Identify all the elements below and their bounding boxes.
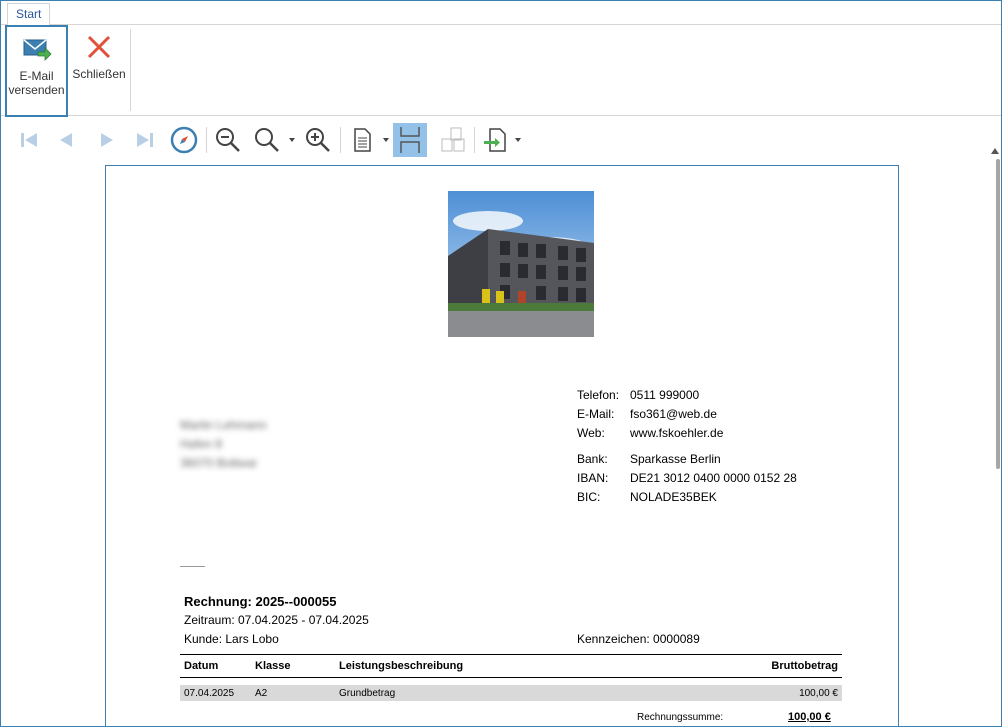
last-page-button[interactable] [128, 123, 162, 157]
bank-label: Bank: [577, 452, 608, 466]
recipient-address-blurred: Martin Lehmann Hafen 8 36070 Bottwar [180, 416, 267, 473]
row-description: Grundbetrag [339, 687, 396, 699]
scroll-up-icon[interactable] [991, 148, 999, 154]
previous-page-button[interactable] [49, 123, 83, 157]
ribbon: E-Mail versenden Schließen [1, 25, 1001, 117]
invoice-items-table: Datum Klasse Leistungsbeschreibung Brutt… [180, 654, 842, 701]
zoom-out-icon [216, 128, 240, 152]
row-date: 07.04.2025 [184, 687, 235, 699]
page-layout-button[interactable] [345, 123, 379, 157]
bic-label: BIC: [577, 490, 601, 504]
export-dropdown-icon[interactable] [515, 138, 521, 142]
tab-start[interactable]: Start [7, 3, 51, 26]
first-page-button[interactable] [12, 123, 46, 157]
close-label: Schließen [72, 67, 126, 81]
close-button[interactable]: Schließen [70, 25, 128, 117]
continuous-page-icon [400, 127, 420, 153]
toolbar-separator [474, 127, 475, 153]
recipient-street: Hafen 8 [180, 437, 223, 451]
table-row: 07.04.2025 A2 Grundbetrag 100,00 € [180, 685, 842, 701]
invoice-customer: Kunde: Lars Lobo [184, 632, 279, 646]
multiple-pages-button[interactable] [436, 123, 470, 157]
ribbon-tabstrip: Start [1, 1, 1001, 26]
next-page-button[interactable] [90, 123, 124, 157]
send-email-button[interactable]: E-Mail versenden [5, 25, 68, 117]
company-contact-block: Telefon: 0511 999000 E-Mail: fso361@web.de… [577, 386, 797, 507]
send-email-label-2: versenden [8, 83, 65, 97]
fold-mark [180, 566, 205, 567]
send-email-icon [23, 39, 52, 61]
continuous-page-button[interactable] [393, 123, 427, 157]
zoom-dropdown-icon[interactable] [289, 138, 295, 142]
toolbar-separator [340, 127, 341, 153]
close-icon [87, 35, 111, 59]
email-value: fso361@web.de [630, 407, 717, 421]
bic-value: NOLADE35BEK [630, 490, 717, 504]
row-class: A2 [255, 687, 268, 699]
previous-page-icon [60, 133, 72, 147]
export-button[interactable] [478, 123, 512, 157]
scroll-thumb[interactable] [996, 159, 1000, 469]
preview-toolbar [1, 117, 1001, 163]
page-layout-dropdown-icon[interactable] [383, 138, 389, 142]
zoom-button[interactable] [250, 123, 284, 157]
column-class: Klasse [255, 660, 291, 672]
page-layout-icon [354, 128, 371, 152]
web-value: www.fskoehler.de [630, 426, 724, 440]
bank-value: Sparkasse Berlin [630, 452, 721, 466]
recipient-name: Martin Lehmann [180, 418, 267, 432]
vertical-scrollbar[interactable] [991, 145, 1001, 726]
zoom-in-icon [306, 128, 330, 152]
zoom-icon [255, 128, 279, 152]
report-preview-window: Start E-Mail versenden Schließen Martin … [0, 0, 1002, 727]
iban-value: DE21 3012 0400 0000 0152 28 [630, 471, 797, 485]
zoom-in-button[interactable] [301, 123, 335, 157]
iban-label: IBAN: [577, 471, 609, 485]
column-date: Datum [184, 660, 219, 672]
column-gross-amount: Bruttobetrag [771, 660, 838, 672]
invoice-total-value: 100,00 € [788, 711, 831, 723]
invoice-total-label: Rechnungssumme: [637, 712, 724, 723]
company-building-photo [448, 191, 594, 337]
row-gross-amount: 100,00 € [799, 687, 838, 699]
column-description: Leistungsbeschreibung [339, 660, 464, 672]
invoice-period: Zeitraum: 07.04.2025 - 07.04.2025 [184, 613, 369, 627]
document-page: Martin Lehmann Hafen 8 36070 Bottwar Tel… [105, 165, 899, 726]
web-label: Web: [577, 426, 605, 440]
ribbon-separator [130, 29, 131, 111]
invoice-plate-number: Kennzeichen: 0000089 [577, 632, 700, 646]
navigation-compass-icon [170, 126, 198, 154]
send-email-label-1: E-Mail [19, 69, 54, 83]
navigation-button[interactable] [167, 123, 201, 157]
export-icon [484, 128, 506, 152]
next-page-icon [101, 133, 113, 147]
phone-value: 0511 999000 [630, 388, 700, 402]
recipient-city: 36070 Bottwar [180, 456, 258, 470]
last-page-icon [137, 133, 153, 147]
phone-label: Telefon: [577, 388, 620, 402]
email-label: E-Mail: [577, 407, 615, 421]
multiple-pages-icon [441, 127, 465, 152]
invoice-title: Rechnung: 2025--000055 [184, 594, 337, 609]
toolbar-separator [206, 127, 207, 153]
first-page-icon [21, 133, 37, 147]
zoom-out-button[interactable] [211, 123, 245, 157]
table-header: Datum Klasse Leistungsbeschreibung Brutt… [180, 654, 842, 678]
